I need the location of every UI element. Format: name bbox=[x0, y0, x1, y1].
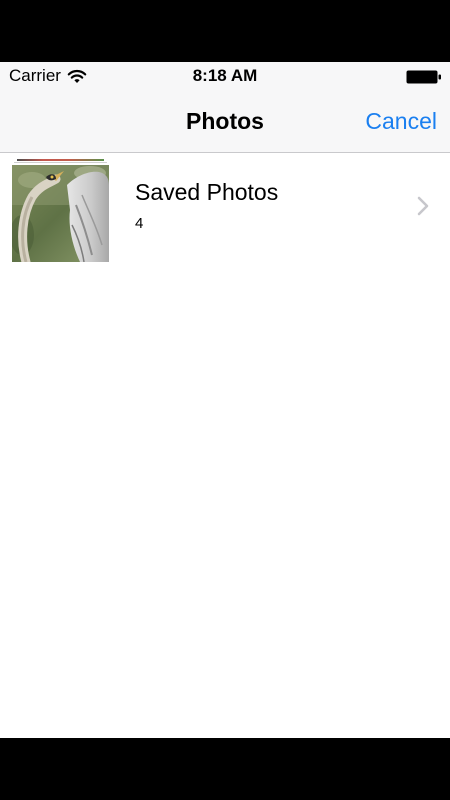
screen: Carrier 8:18 AM Photos Cancel Saved Phot… bbox=[0, 0, 450, 800]
album-title: Saved Photos bbox=[135, 179, 279, 205]
battery-icon bbox=[406, 70, 441, 84]
heron-photo bbox=[12, 165, 109, 262]
photo-picker: Carrier 8:18 AM Photos Cancel Saved Phot… bbox=[0, 62, 450, 738]
thumbnail-stack-edge bbox=[14, 162, 107, 163]
album-row-saved-photos[interactable]: Saved Photos 4 bbox=[0, 153, 450, 263]
status-bar: Carrier 8:18 AM bbox=[0, 62, 450, 90]
clock: 8:18 AM bbox=[192, 66, 258, 85]
chevron-right-icon bbox=[417, 196, 429, 216]
thumbnail-stack-edge bbox=[17, 159, 104, 161]
letterbox-top bbox=[0, 0, 450, 62]
top-bar: Carrier 8:18 AM Photos Cancel bbox=[0, 62, 450, 153]
album-list: Saved Photos 4 bbox=[0, 153, 450, 263]
album-thumbnail-stack bbox=[12, 159, 109, 263]
album-thumbnail bbox=[12, 165, 109, 262]
navigation-bar: Photos Cancel bbox=[0, 90, 450, 152]
cancel-button[interactable]: Cancel bbox=[365, 108, 437, 135]
album-photo-count: 4 bbox=[135, 215, 144, 232]
letterbox-bottom bbox=[0, 738, 450, 800]
